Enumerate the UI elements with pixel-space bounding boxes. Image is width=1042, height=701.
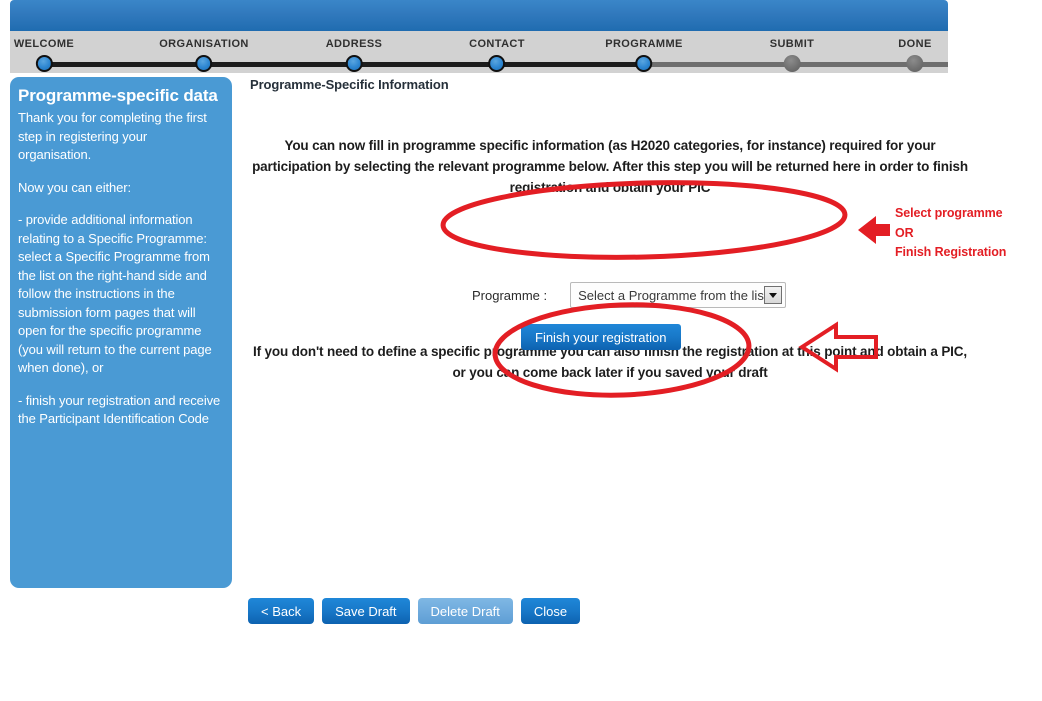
stepper-step-address[interactable]: ADDRESS: [326, 31, 383, 72]
stepper-step-label: ORGANISATION: [159, 38, 249, 50]
stepper-step-label: DONE: [898, 38, 932, 50]
stepper-step-dot: [35, 55, 53, 72]
intro-text: You can now fill in programme specific i…: [252, 138, 968, 195]
stepper-step-label: WELCOME: [13, 38, 75, 50]
stepper-step-welcome[interactable]: WELCOME: [14, 31, 74, 72]
stepper-step-dot: [635, 55, 653, 72]
stepper-step-dot: [195, 55, 213, 72]
stepper-step-dot: [783, 55, 801, 72]
delete-draft-button[interactable]: Delete Draft: [417, 598, 513, 624]
sidebar-paragraph: - provide additional information relatin…: [18, 212, 212, 375]
annotation-note-line-3: Finish Registration: [895, 245, 1007, 259]
stepper-step-dot: [345, 55, 363, 72]
footer-button-bar: < Back Save Draft Delete Draft Close: [248, 598, 581, 624]
stepper-step-contact[interactable]: CONTACT: [469, 31, 525, 72]
annotation-note: Select programme OR Finish Registration: [895, 204, 1006, 263]
sidebar-paragraph: Thank you for completing the first step …: [18, 110, 207, 162]
annotation-note-line-1: Select programme: [895, 206, 1003, 220]
stepper-step-done[interactable]: DONE: [898, 31, 931, 72]
top-banner: [10, 0, 948, 31]
annotation-arrow-left-small: [858, 216, 890, 244]
stepper-step-label: ADDRESS: [325, 38, 383, 50]
stepper-step-label: PROGRAMME: [605, 38, 683, 50]
page-title: Programme-Specific Information: [250, 77, 449, 92]
stepper-step-submit[interactable]: SUBMIT: [770, 31, 815, 72]
stepper-step-dot: [488, 55, 506, 72]
programme-select-value: Select a Programme from the list: [578, 287, 768, 303]
stepper-step-organisation[interactable]: ORGANISATION: [159, 31, 249, 72]
info-sidebar: Programme-specific data Thank you for co…: [10, 77, 232, 588]
programme-row: Programme : Select a Programme from the …: [240, 282, 980, 308]
save-draft-button[interactable]: Save Draft: [322, 598, 410, 624]
stepper-step-dot: [906, 55, 924, 72]
programme-label: Programme :: [472, 287, 548, 303]
main-content: Programme-Specific Information You can n…: [240, 77, 980, 380]
sidebar-paragraph: - finish your registration and receive t…: [18, 392, 221, 427]
sidebar-title: Programme-specific data: [18, 86, 218, 105]
close-button[interactable]: Close: [520, 598, 581, 624]
sidebar-paragraph: Now you can either:: [18, 179, 131, 195]
stepper-step-programme[interactable]: PROGRAMME: [605, 31, 683, 72]
stepper-step-label: SUBMIT: [769, 38, 815, 50]
back-button[interactable]: < Back: [248, 598, 315, 624]
registration-stepper: WELCOME ORGANISATION ADDRESS CONTACT PROGRAM…: [10, 31, 948, 73]
programme-select[interactable]: Select a Programme from the list: [570, 282, 787, 308]
stepper-step-label: CONTACT: [469, 38, 525, 50]
chevron-down-icon[interactable]: [764, 286, 783, 304]
finish-registration-button[interactable]: Finish your registration: [521, 324, 681, 350]
annotation-note-line-2: OR: [895, 225, 914, 240]
